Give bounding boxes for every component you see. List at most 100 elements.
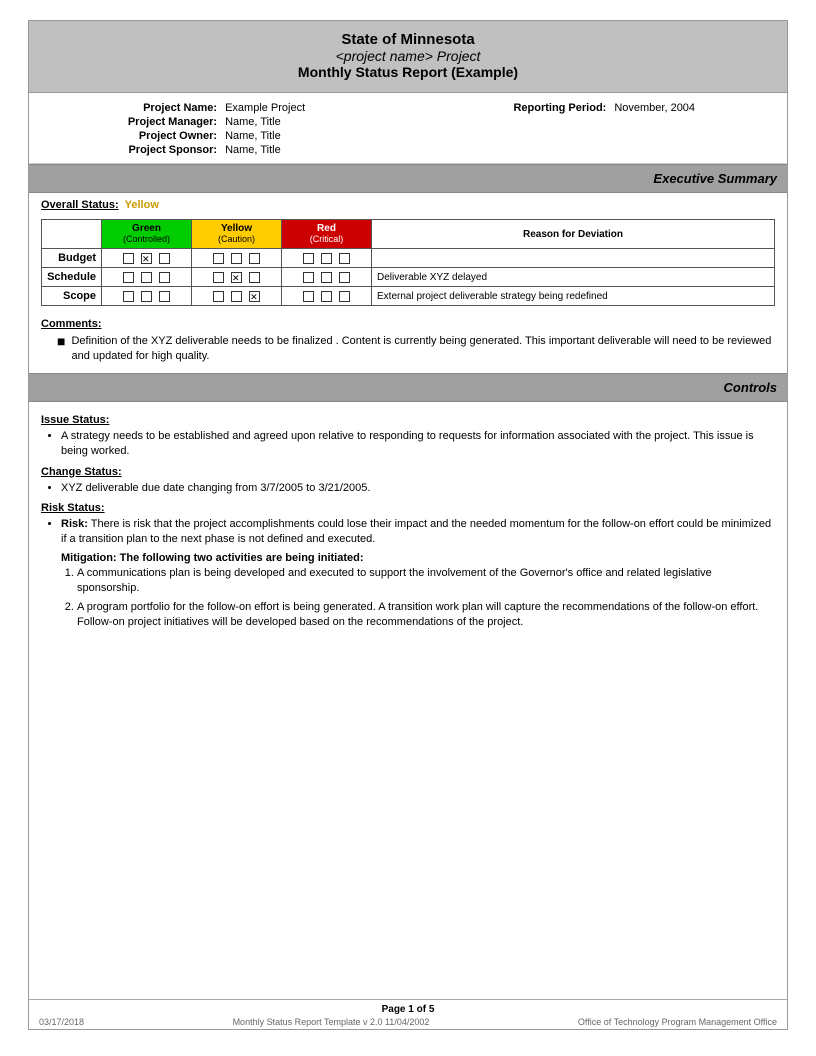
- empty-header: [42, 220, 102, 249]
- checkbox-checked: [231, 272, 242, 283]
- checkbox: [321, 291, 332, 302]
- issue-bullet-list: A strategy needs to be established and a…: [61, 429, 775, 460]
- project-owner-value: Name, Title: [221, 129, 381, 143]
- checkbox: [159, 253, 170, 264]
- checkbox: [321, 253, 332, 264]
- checkbox: [321, 272, 332, 283]
- scope-label: Scope: [42, 287, 102, 306]
- mitigation-label: Mitigation: The following two activities…: [61, 552, 775, 564]
- checkbox: [303, 291, 314, 302]
- overall-status-value: Yellow: [125, 199, 159, 211]
- reason-header: Reason for Deviation: [372, 220, 775, 249]
- footer: Page 1 of 5 03/17/2018 Monthly Status Re…: [29, 999, 787, 1029]
- controls-content: Issue Status: A strategy needs to be est…: [29, 402, 787, 643]
- scope-reason: External project deliverable strategy be…: [372, 287, 775, 306]
- project-info: Project Name: Example Project Reporting …: [29, 93, 787, 164]
- header-banner: State of Minnesota <project name> Projec…: [29, 21, 787, 93]
- checkbox: [303, 272, 314, 283]
- issue-status-label: Issue Status:: [41, 414, 775, 426]
- checkbox: [249, 272, 260, 283]
- scope-green-checks: [102, 287, 192, 306]
- comments-label: Comments:: [41, 318, 775, 330]
- comments-section: Comments: ■ Definition of the XYZ delive…: [41, 312, 775, 365]
- checkbox: [339, 272, 350, 283]
- page-number: Page 1 of 5: [382, 1004, 435, 1015]
- footer-bottom: 03/17/2018 Monthly Status Report Templat…: [39, 1017, 777, 1027]
- red-header: Red (Critical): [282, 220, 372, 249]
- schedule-reason: Deliverable XYZ delayed: [372, 268, 775, 287]
- table-row: Scope E: [42, 287, 775, 306]
- mitigation-item-1: A communications plan is being developed…: [77, 567, 712, 594]
- project-owner-label: Project Owner:: [45, 129, 221, 143]
- checkbox: [231, 253, 242, 264]
- budget-red-checks: [282, 249, 372, 268]
- footer-page: Page 1 of 5: [39, 1004, 777, 1015]
- yellow-header: Yellow (Caution): [192, 220, 282, 249]
- checkbox: [339, 253, 350, 264]
- status-table-header: Green (Controlled) Yellow (Caution) Red …: [42, 220, 775, 249]
- project-manager-value: Name, Title: [221, 115, 381, 129]
- scope-red-checks: [282, 287, 372, 306]
- reporting-period-label: Reporting Period:: [381, 101, 611, 115]
- checkbox: [123, 253, 134, 264]
- checkbox: [339, 291, 350, 302]
- status-table: Green (Controlled) Yellow (Caution) Red …: [41, 219, 775, 306]
- executive-summary-content: Overall Status: Yellow Green (Controlled…: [29, 193, 787, 373]
- checkbox: [141, 272, 152, 283]
- checkbox: [303, 253, 314, 264]
- list-item: XYZ deliverable due date changing from 3…: [61, 481, 775, 496]
- project-name-label: Project Name:: [45, 101, 221, 115]
- controls-title: Controls: [724, 380, 777, 395]
- schedule-label: Schedule: [42, 268, 102, 287]
- page: State of Minnesota <project name> Projec…: [28, 20, 788, 1030]
- mitigation-item-2: A program portfolio for the follow-on ef…: [77, 601, 758, 628]
- report-title: Monthly Status Report (Example): [37, 64, 779, 80]
- change-status-label: Change Status:: [41, 466, 775, 478]
- bullet-icon: ■: [57, 333, 65, 350]
- executive-summary-title: Executive Summary: [653, 171, 777, 186]
- change-bullet-text: XYZ deliverable due date changing from 3…: [61, 482, 370, 494]
- table-row: Budget: [42, 249, 775, 268]
- change-bullet-list: XYZ deliverable due date changing from 3…: [61, 481, 775, 496]
- checkbox-checked: [249, 291, 260, 302]
- reporting-period-value: November, 2004: [610, 101, 771, 115]
- footer-date-bottom: 03/17/2018: [39, 1017, 84, 1027]
- executive-summary-header: Executive Summary: [29, 164, 787, 193]
- project-name-header: <project name> Project: [37, 48, 779, 64]
- green-header: Green (Controlled): [102, 220, 192, 249]
- budget-label: Budget: [42, 249, 102, 268]
- issue-bullet-text: A strategy needs to be established and a…: [61, 430, 754, 457]
- checkbox: [231, 291, 242, 302]
- list-item: A program portfolio for the follow-on ef…: [77, 600, 775, 631]
- budget-green-checks: [102, 249, 192, 268]
- risk-status-label: Risk Status:: [41, 502, 775, 514]
- checkbox: [249, 253, 260, 264]
- risk-bullet-list: Risk: There is risk that the project acc…: [61, 517, 775, 548]
- project-manager-label: Project Manager:: [45, 115, 221, 129]
- checkbox: [141, 291, 152, 302]
- schedule-yellow-checks: [192, 268, 282, 287]
- comment-text: Definition of the XYZ deliverable needs …: [71, 334, 775, 365]
- footer-office: Office of Technology Program Management …: [578, 1017, 777, 1027]
- risk-bold-label: Risk:: [61, 518, 88, 530]
- checkbox: [213, 272, 224, 283]
- list-item: Risk: There is risk that the project acc…: [61, 517, 775, 548]
- state-title: State of Minnesota: [37, 31, 779, 48]
- project-sponsor-value: Name, Title: [221, 143, 381, 157]
- project-name-value: Example Project: [221, 101, 381, 115]
- budget-yellow-checks: [192, 249, 282, 268]
- checkbox: [159, 272, 170, 283]
- scope-yellow-checks: [192, 287, 282, 306]
- controls-header: Controls: [29, 373, 787, 402]
- checkbox: [123, 291, 134, 302]
- table-row: Schedule: [42, 268, 775, 287]
- schedule-red-checks: [282, 268, 372, 287]
- checkbox-checked: [141, 253, 152, 264]
- mitigation-list: A communications plan is being developed…: [77, 566, 775, 631]
- checkbox: [213, 291, 224, 302]
- list-item: A strategy needs to be established and a…: [61, 429, 775, 460]
- overall-status-line: Overall Status: Yellow: [41, 199, 775, 211]
- overall-status-label: Overall Status:: [41, 199, 119, 211]
- risk-text: There is risk that the project accomplis…: [61, 518, 771, 545]
- checkbox: [159, 291, 170, 302]
